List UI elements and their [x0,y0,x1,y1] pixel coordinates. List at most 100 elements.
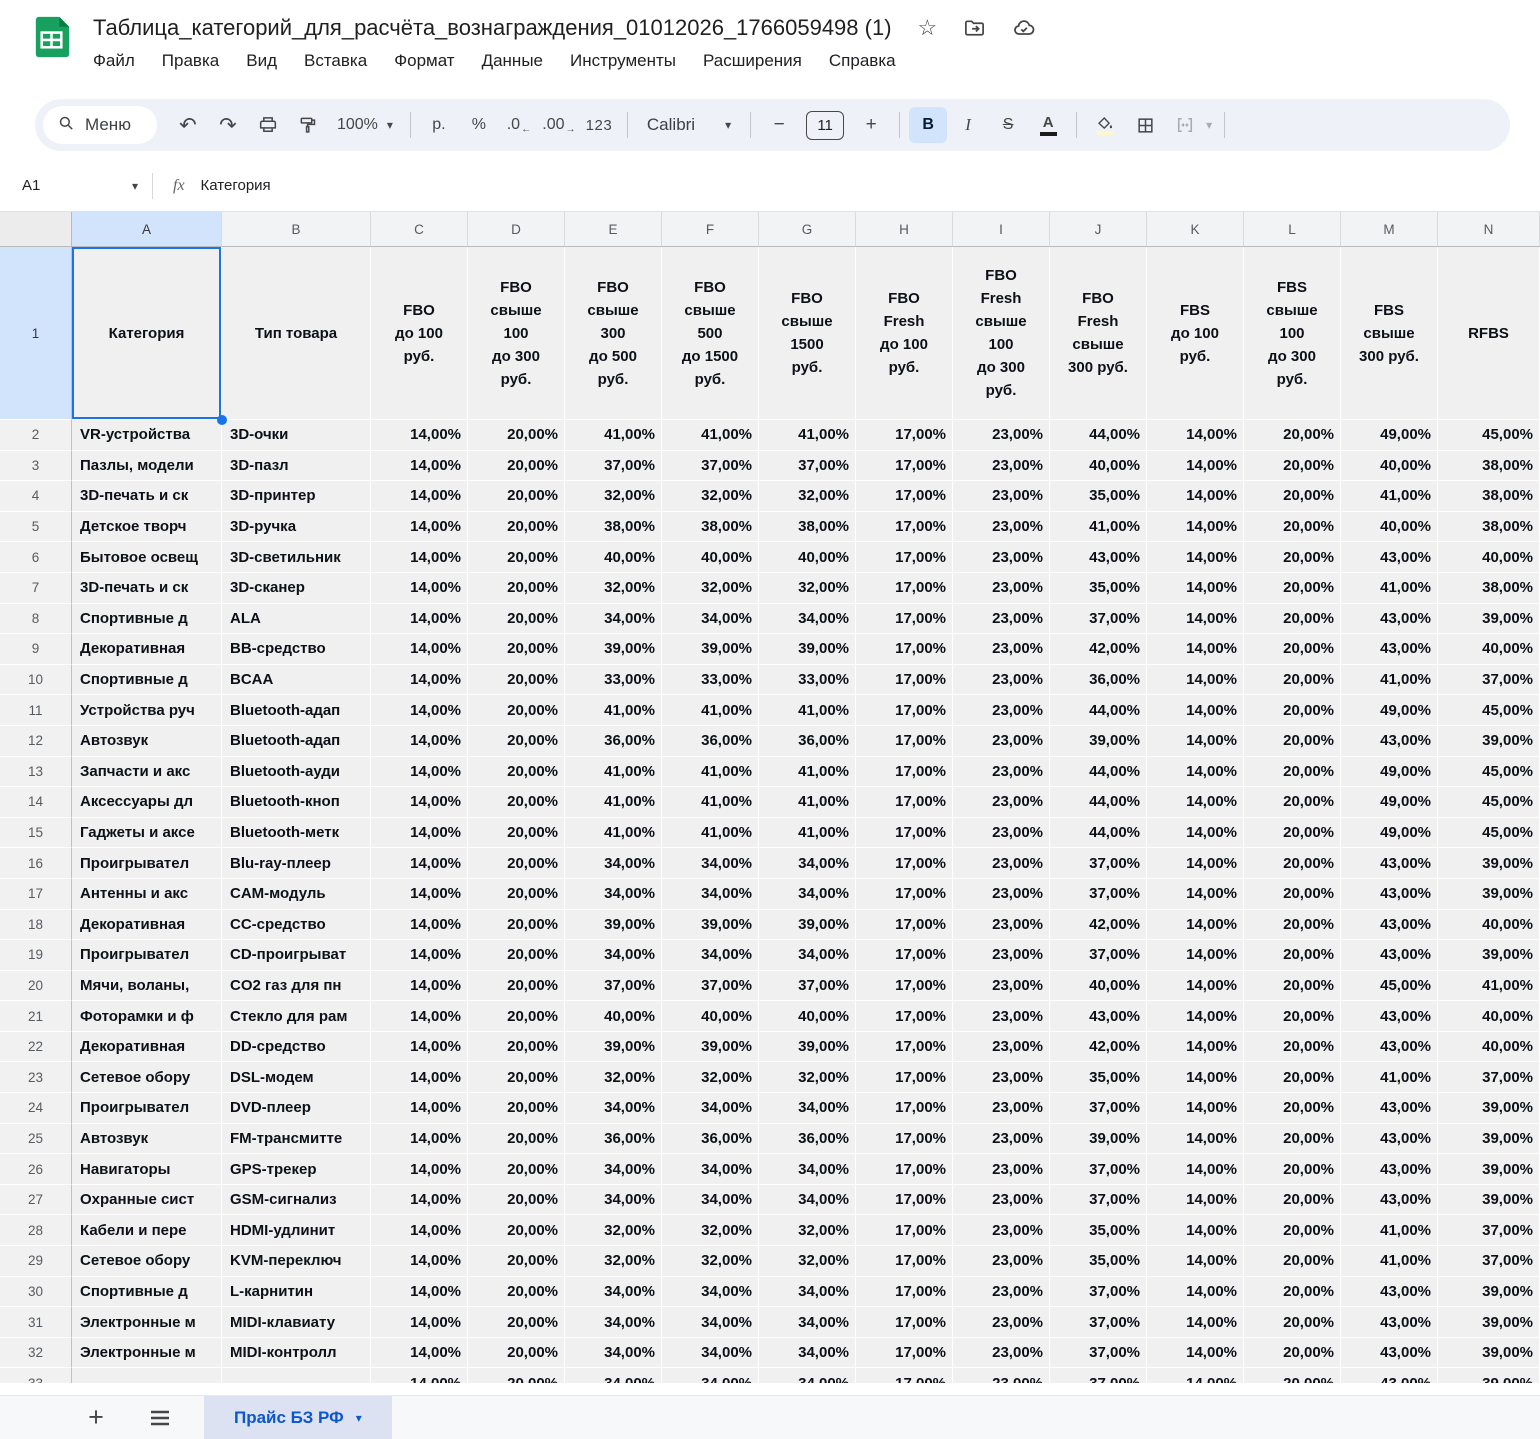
cell-I20[interactable]: 23,00% [953,971,1050,1002]
cell-J6[interactable]: 43,00% [1050,542,1147,573]
menu-view[interactable]: Вид [246,51,277,71]
cell-A9[interactable]: Декоративная [72,634,222,665]
cell-K32[interactable]: 14,00% [1147,1338,1244,1369]
cell-M33[interactable]: 43,00% [1341,1368,1438,1383]
row-header-27[interactable]: 27 [0,1185,72,1216]
formula-input[interactable]: Категория [201,177,271,194]
cell-C25[interactable]: 14,00% [371,1124,468,1155]
cell-K9[interactable]: 14,00% [1147,634,1244,665]
cell-B16[interactable]: Blu-ray-плеер [222,848,371,879]
cell-A32[interactable]: Электронные м [72,1338,222,1369]
cell-F23[interactable]: 32,00% [662,1062,759,1093]
cell-K25[interactable]: 14,00% [1147,1124,1244,1155]
cell-D11[interactable]: 20,00% [468,695,565,726]
menu-help[interactable]: Справка [829,51,896,71]
cell-B20[interactable]: CO2 газ для пн [222,971,371,1002]
cell-K6[interactable]: 14,00% [1147,542,1244,573]
toolbar-menu-button[interactable]: Меню [43,106,157,144]
cell-J23[interactable]: 35,00% [1050,1062,1147,1093]
cell-H19[interactable]: 17,00% [856,940,953,971]
cell-J4[interactable]: 35,00% [1050,481,1147,512]
cell-K18[interactable]: 14,00% [1147,910,1244,941]
cell-A20[interactable]: Мячи, воланы, [72,971,222,1002]
cell-H31[interactable]: 17,00% [856,1307,953,1338]
cell-H2[interactable]: 17,00% [856,420,953,451]
cell-I4[interactable]: 23,00% [953,481,1050,512]
cell-A8[interactable]: Спортивные д [72,604,222,635]
cell-B11[interactable]: Bluetooth-адап [222,695,371,726]
cell-K5[interactable]: 14,00% [1147,512,1244,543]
cell-H6[interactable]: 17,00% [856,542,953,573]
zoom-select[interactable]: 100%▾ [329,116,401,134]
cell-J26[interactable]: 37,00% [1050,1154,1147,1185]
cell-L4[interactable]: 20,00% [1244,481,1341,512]
cell-H32[interactable]: 17,00% [856,1338,953,1369]
cell-J25[interactable]: 39,00% [1050,1124,1147,1155]
cell-J2[interactable]: 44,00% [1050,420,1147,451]
cell-G27[interactable]: 34,00% [759,1185,856,1216]
cell-E28[interactable]: 32,00% [565,1215,662,1246]
cell-M7[interactable]: 41,00% [1341,573,1438,604]
cell-H17[interactable]: 17,00% [856,879,953,910]
row-header-32[interactable]: 32 [0,1338,72,1369]
cell-G24[interactable]: 34,00% [759,1093,856,1124]
cell-A7[interactable]: 3D-печать и ск [72,573,222,604]
cell-G29[interactable]: 32,00% [759,1246,856,1277]
cell-A1[interactable]: Категория [72,247,222,420]
cell-C7[interactable]: 14,00% [371,573,468,604]
cell-C21[interactable]: 14,00% [371,1001,468,1032]
cell-B27[interactable]: GSM-сигнализ [222,1185,371,1216]
menu-data[interactable]: Данные [482,51,543,71]
cell-E20[interactable]: 37,00% [565,971,662,1002]
cell-G28[interactable]: 32,00% [759,1215,856,1246]
cell-I8[interactable]: 23,00% [953,604,1050,635]
cell-G32[interactable]: 34,00% [759,1338,856,1369]
cell-J11[interactable]: 44,00% [1050,695,1147,726]
cell-J17[interactable]: 37,00% [1050,879,1147,910]
cell-F21[interactable]: 40,00% [662,1001,759,1032]
cell-J24[interactable]: 37,00% [1050,1093,1147,1124]
cell-C3[interactable]: 14,00% [371,451,468,482]
cell-G4[interactable]: 32,00% [759,481,856,512]
cell-H26[interactable]: 17,00% [856,1154,953,1185]
cell-J1[interactable]: FBO Fresh свыше 300 руб. [1050,247,1147,420]
cell-H1[interactable]: FBO Fresh до 100 руб. [856,247,953,420]
cell-B19[interactable]: CD-проигрыват [222,940,371,971]
cell-E16[interactable]: 34,00% [565,848,662,879]
cell-A22[interactable]: Декоративная [72,1032,222,1063]
cell-A15[interactable]: Гаджеты и аксе [72,818,222,849]
cell-A3[interactable]: Пазлы, модели [72,451,222,482]
row-header-30[interactable]: 30 [0,1277,72,1308]
cell-D28[interactable]: 20,00% [468,1215,565,1246]
cell-F26[interactable]: 34,00% [662,1154,759,1185]
cell-L32[interactable]: 20,00% [1244,1338,1341,1369]
cell-D33[interactable]: 20,00% [468,1368,565,1383]
text-color-button[interactable]: A [1029,107,1067,143]
row-header-23[interactable]: 23 [0,1062,72,1093]
row-header-2[interactable]: 2 [0,420,72,451]
row-header-8[interactable]: 8 [0,604,72,635]
cell-B9[interactable]: BB-средство [222,634,371,665]
cell-L23[interactable]: 20,00% [1244,1062,1341,1093]
cell-J5[interactable]: 41,00% [1050,512,1147,543]
row-header-13[interactable]: 13 [0,757,72,788]
cell-H22[interactable]: 17,00% [856,1032,953,1063]
cell-C12[interactable]: 14,00% [371,726,468,757]
cell-C17[interactable]: 14,00% [371,879,468,910]
cell-C16[interactable]: 14,00% [371,848,468,879]
add-sheet-button[interactable]: + [78,1400,114,1436]
cell-K22[interactable]: 14,00% [1147,1032,1244,1063]
cell-D15[interactable]: 20,00% [468,818,565,849]
cell-L15[interactable]: 20,00% [1244,818,1341,849]
cell-E26[interactable]: 34,00% [565,1154,662,1185]
cell-F27[interactable]: 34,00% [662,1185,759,1216]
row-header-17[interactable]: 17 [0,879,72,910]
cell-L9[interactable]: 20,00% [1244,634,1341,665]
cell-B15[interactable]: Bluetooth-метк [222,818,371,849]
cell-F5[interactable]: 38,00% [662,512,759,543]
cell-H30[interactable]: 17,00% [856,1277,953,1308]
cell-D29[interactable]: 20,00% [468,1246,565,1277]
cell-J19[interactable]: 37,00% [1050,940,1147,971]
cell-H21[interactable]: 17,00% [856,1001,953,1032]
cell-M5[interactable]: 40,00% [1341,512,1438,543]
